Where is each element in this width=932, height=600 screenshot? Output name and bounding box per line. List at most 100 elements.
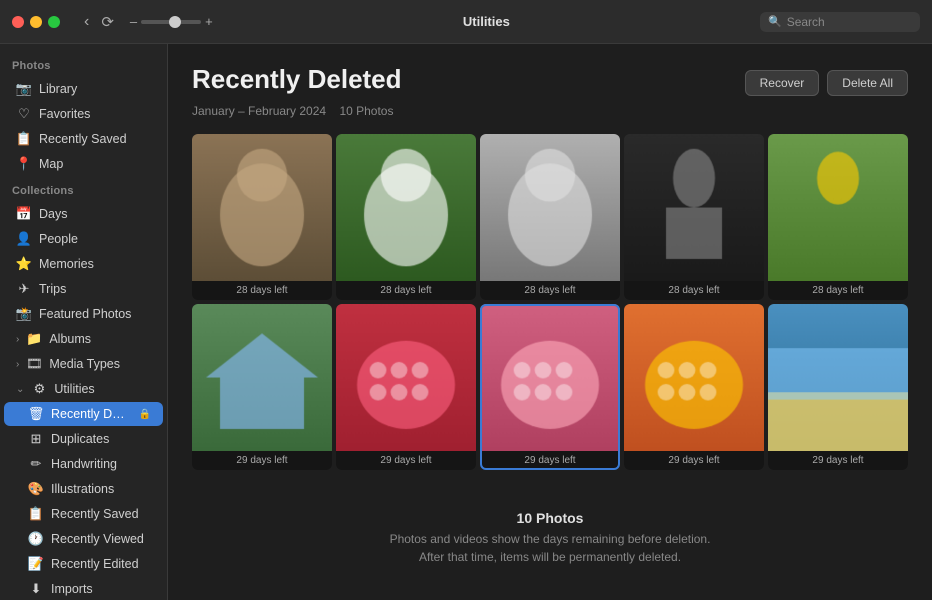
photo-item[interactable]: 28 days left: [480, 134, 620, 300]
handwriting-icon: ✏: [28, 456, 44, 472]
sidebar-item-memories[interactable]: ⭐ Memories: [4, 252, 163, 276]
sidebar-item-map[interactable]: 📍 Map: [4, 152, 163, 176]
sidebar-item-label: Albums: [49, 332, 151, 346]
sidebar-item-people[interactable]: 👤 People: [4, 227, 163, 251]
sidebar-item-handwriting[interactable]: ✏ Handwriting: [4, 452, 163, 476]
traffic-lights: [12, 16, 60, 28]
sidebar-item-featured-photos[interactable]: 📸 Featured Photos: [4, 302, 163, 326]
photo-item[interactable]: 29 days left: [768, 304, 908, 470]
sidebar-item-label: Recently Delet...: [51, 407, 132, 421]
sidebar-item-recently-saved[interactable]: 📋 Recently Saved: [4, 127, 163, 151]
photo-grid: 28 days left 28 days left 28 days left 2…: [192, 134, 908, 470]
content-header: Recently Deleted Recover Delete All: [192, 64, 908, 96]
search-box[interactable]: 🔍: [760, 12, 920, 32]
sidebar-item-label: Duplicates: [51, 432, 151, 446]
photo-days-label: 29 days left: [336, 451, 476, 470]
sidebar-item-label: Recently Saved: [51, 507, 151, 521]
date-range: January – February 2024: [192, 104, 326, 118]
photo-item[interactable]: 28 days left: [624, 134, 764, 300]
sidebar-item-favorites[interactable]: ♡ Favorites: [4, 102, 163, 126]
sidebar-item-recently-edited[interactable]: 📝 Recently Edited: [4, 552, 163, 576]
zoom-control[interactable]: – +: [130, 14, 213, 29]
photo-item[interactable]: 28 days left: [336, 134, 476, 300]
sidebar-item-label: Featured Photos: [39, 307, 151, 321]
nav-controls: ‹ ⟳ – +: [80, 11, 213, 33]
delete-all-button[interactable]: Delete All: [827, 70, 908, 96]
sidebar-item-illustrations[interactable]: 🎨 Illustrations: [4, 477, 163, 501]
duplicates-icon: ⊞: [28, 431, 44, 447]
photo-item[interactable]: 29 days left: [624, 304, 764, 470]
photo-days-label: 28 days left: [336, 281, 476, 300]
trips-icon: ✈: [16, 281, 32, 297]
content-actions: Recover Delete All: [745, 70, 908, 96]
recently-saved-2-icon: 📋: [28, 506, 44, 522]
sidebar-item-days[interactable]: 📅 Days: [4, 202, 163, 226]
sidebar-item-albums[interactable]: › 📁 Albums: [4, 327, 163, 351]
search-icon: 🔍: [768, 15, 782, 28]
sidebar-item-label: Library: [39, 82, 151, 96]
sidebar-item-recently-deleted[interactable]: 🗑 Recently Delet... 🔒: [4, 402, 163, 426]
people-icon: 👤: [16, 231, 32, 247]
close-button[interactable]: [12, 16, 24, 28]
illustrations-icon: 🎨: [28, 481, 44, 497]
sidebar-item-utilities[interactable]: ⌄ ⚙ Utilities: [4, 377, 163, 401]
zoom-thumb: [169, 16, 181, 28]
recover-button[interactable]: Recover: [745, 70, 820, 96]
back-button[interactable]: ‹: [80, 11, 93, 33]
chevron-down-icon: ⌄: [16, 384, 24, 395]
days-icon: 📅: [16, 206, 32, 222]
photo-item[interactable]: 29 days left: [192, 304, 332, 470]
footer-line1: Photos and videos show the days remainin…: [192, 530, 908, 548]
lock-icon: 🔒: [139, 409, 151, 420]
sidebar-item-label: Recently Saved: [39, 132, 151, 146]
sidebar-item-library[interactable]: 📷 Library: [4, 77, 163, 101]
footer-count: 10 Photos: [192, 510, 908, 526]
recently-viewed-icon: 🕐: [28, 531, 44, 547]
rotate-icon: ⟳: [101, 13, 114, 31]
titlebar: ‹ ⟳ – + Utilities 🔍: [0, 0, 932, 44]
photo-days-label: 28 days left: [192, 281, 332, 300]
sidebar-item-label: Memories: [39, 257, 151, 271]
sidebar-item-label: Trips: [39, 282, 151, 296]
sidebar-item-label: Recently Viewed: [51, 532, 151, 546]
sidebar-item-recently-saved-utility[interactable]: 📋 Recently Saved: [4, 502, 163, 526]
photo-item[interactable]: 28 days left: [768, 134, 908, 300]
sidebar-item-label: Utilities: [54, 382, 151, 396]
sidebar-item-label: Recently Edited: [51, 557, 151, 571]
app-body: Photos 📷 Library ♡ Favorites 📋 Recently …: [0, 44, 932, 600]
imports-icon: ⬇: [28, 581, 44, 597]
photo-days-label: 28 days left: [624, 281, 764, 300]
window-title: Utilities: [213, 14, 760, 29]
sidebar-item-duplicates[interactable]: ⊞ Duplicates: [4, 427, 163, 451]
photo-item[interactable]: 28 days left: [192, 134, 332, 300]
sidebar-item-imports[interactable]: ⬇ Imports: [4, 577, 163, 600]
minimize-button[interactable]: [30, 16, 42, 28]
zoom-slider[interactable]: [141, 20, 201, 24]
search-input[interactable]: [787, 15, 907, 29]
sidebar-item-label: People: [39, 232, 151, 246]
photo-count-subtitle: 10 Photos: [339, 104, 393, 118]
map-icon: 📍: [16, 156, 32, 172]
content-footer: 10 Photos Photos and videos show the day…: [192, 490, 908, 576]
photo-days-label: 28 days left: [480, 281, 620, 300]
photo-item[interactable]: 29 days left: [480, 304, 620, 470]
maximize-button[interactable]: [48, 16, 60, 28]
sidebar-item-media-types[interactable]: › 🎞 Media Types: [4, 352, 163, 376]
sidebar-item-trips[interactable]: ✈ Trips: [4, 277, 163, 301]
photo-item[interactable]: 29 days left: [336, 304, 476, 470]
featured-photos-icon: 📸: [16, 306, 32, 322]
photo-days-label: 28 days left: [768, 281, 908, 300]
recently-saved-icon: 📋: [16, 131, 32, 147]
library-icon: 📷: [16, 81, 32, 97]
favorites-icon: ♡: [16, 106, 32, 122]
sidebar-item-label: Illustrations: [51, 482, 151, 496]
sidebar-item-recently-viewed[interactable]: 🕐 Recently Viewed: [4, 527, 163, 551]
chevron-right-icon: ›: [16, 334, 19, 345]
section-photos-header: Photos: [0, 52, 167, 76]
zoom-plus-icon: +: [205, 14, 213, 29]
memories-icon: ⭐: [16, 256, 32, 272]
albums-icon: 📁: [26, 331, 42, 347]
main-content: Recently Deleted Recover Delete All Janu…: [168, 44, 932, 600]
section-collections-header: Collections: [0, 177, 167, 201]
trash-icon: 🗑: [28, 406, 44, 422]
